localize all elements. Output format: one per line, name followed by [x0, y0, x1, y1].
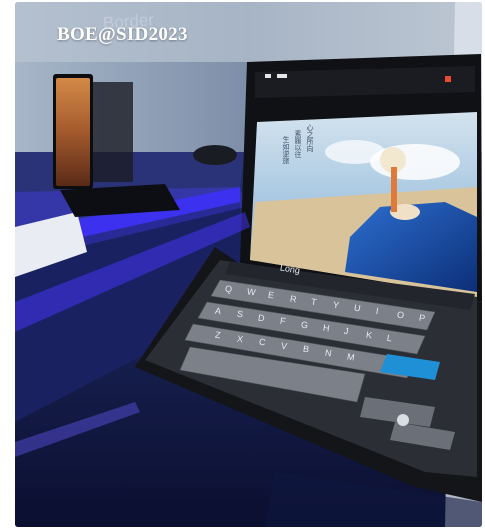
- phone-screen: [56, 78, 90, 186]
- key-c[interactable]: C: [258, 337, 266, 348]
- key-s[interactable]: S: [236, 309, 244, 320]
- watermark: BOE@SID2023: [57, 24, 188, 45]
- poem-line-3: 生如逆旅: [282, 136, 290, 164]
- scene: [15, 2, 482, 527]
- key-m[interactable]: M: [346, 351, 355, 362]
- poem-line-1: 心之所向: [306, 124, 314, 152]
- key-t[interactable]: T: [310, 296, 317, 307]
- key-z[interactable]: Z: [214, 330, 221, 341]
- key-w[interactable]: W: [246, 287, 256, 298]
- key-y[interactable]: Y: [332, 300, 340, 311]
- photo: Border BOE@SID2023 心之所向 素履以往 生如逆旅 Long Q…: [15, 2, 482, 527]
- key-o[interactable]: O: [396, 309, 404, 320]
- poem-line-2: 素履以往: [294, 130, 302, 158]
- key-d[interactable]: D: [257, 312, 265, 323]
- key-p[interactable]: P: [418, 312, 426, 323]
- key-k[interactable]: K: [365, 329, 373, 340]
- key-g[interactable]: G: [300, 319, 308, 330]
- key-r[interactable]: R: [289, 293, 297, 304]
- key-f[interactable]: F: [279, 316, 286, 327]
- key-h[interactable]: H: [322, 323, 330, 334]
